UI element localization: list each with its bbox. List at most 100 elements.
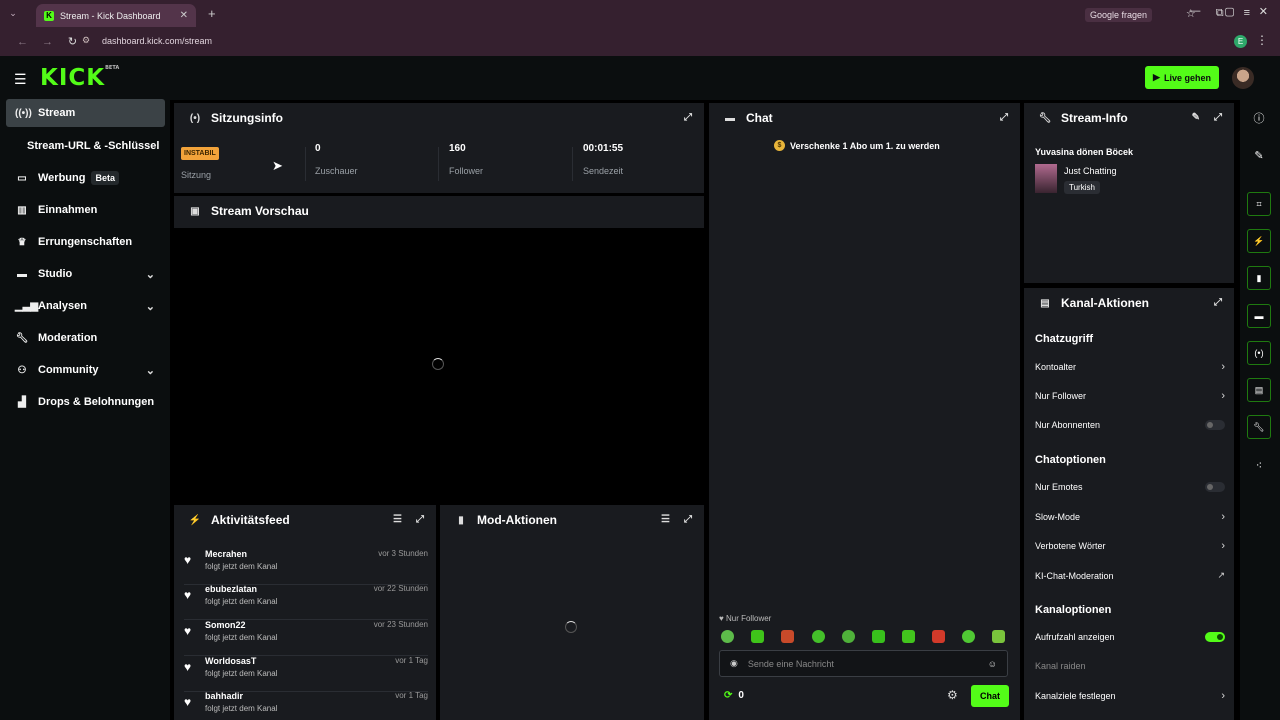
add-widget-icon[interactable]: ⁖ [1247,453,1271,477]
emote-icon[interactable] [992,630,1005,643]
section-channel-options: Kanaloptionen [1035,604,1112,616]
address-bar[interactable]: ⚙ dashboard.kick.com/stream [82,30,1172,52]
broadcast-icon[interactable]: (•) [1247,341,1271,365]
lightning-icon[interactable]: ⚡ [1247,229,1271,253]
chevron-down-icon[interactable]: ⌄ [146,268,155,281]
kick-logo[interactable]: KICKBETA [40,65,119,91]
menu-icon[interactable]: ☰ [14,71,27,88]
panel-title: Aktivitätsfeed [211,513,290,527]
emote-icon[interactable] [812,630,825,643]
wrench-icon[interactable]: 🔧︎ [1247,415,1271,439]
raid-row[interactable]: Kanal raiden [1035,661,1225,671]
close-tab-icon[interactable]: ✕ [180,10,188,21]
emote-icon[interactable] [842,630,855,643]
chevron-down-icon[interactable]: ⌄ [146,364,155,377]
extensions-icon[interactable]: ⧉ [1216,7,1224,20]
show-viewers-toggle[interactable] [1205,632,1225,642]
heart-icon: ♥ [184,624,192,638]
channel-points[interactable]: ⟳ 0 [724,690,744,701]
site-settings-icon[interactable]: ⚙ [82,35,94,47]
heart-icon: ♥ [184,588,192,602]
sidebar-item-achievements[interactable]: ♛ Errungenschaften [6,228,165,256]
chat-icon[interactable]: ▬ [1247,304,1271,328]
shield-icon[interactable]: ▮ [1247,266,1271,290]
chat-send-button[interactable]: Chat [971,685,1009,707]
row-label: KI-Chat-Moderation [1035,570,1114,581]
chevron-down-icon[interactable]: ⌄ [146,300,155,313]
sidebar-item-moderation[interactable]: 🔧︎ Moderation [6,324,165,352]
forward-icon[interactable]: → [35,36,60,48]
sidebar-item-community[interactable]: ⚇ Community ⌄ [6,356,165,384]
google-ask-button[interactable]: Google fragen [1084,8,1152,22]
back-icon[interactable]: ← [10,36,35,48]
popout-icon[interactable]: ⤢ [684,514,692,525]
sidebar-item-stream-key[interactable]: Stream-URL & -Schlüssel [6,132,165,160]
popout-icon[interactable]: ⤢ [684,112,692,123]
window-close-icon[interactable]: ✕ [1259,5,1268,18]
pencil-icon[interactable]: ✎ [1247,143,1271,167]
follower-name[interactable]: bahhadir [205,691,243,701]
sidebar-item-studio[interactable]: ▬ Studio ⌄ [6,260,165,288]
sidebar-item-label: Werbung [38,172,86,184]
sidebar-item-drops[interactable]: ▟ Drops & Belohnungen [6,388,165,416]
emote-icon[interactable] [721,630,734,643]
ai-moderation-row[interactable]: KI-Chat-Moderation ↗ [1035,570,1225,581]
activity-desc: folgt jetzt dem Kanal [205,669,278,678]
emote-icon[interactable] [902,630,915,643]
follower-name[interactable]: Somon22 [205,620,246,630]
emote-icon[interactable] [751,630,764,643]
emote-icon[interactable] [872,630,885,643]
go-live-button[interactable]: ▶ Live gehen [1145,66,1219,89]
browser-menu-icon[interactable]: ⋮ [1256,33,1268,47]
new-tab-icon[interactable]: + [208,6,216,21]
activity-time: vor 1 Tag [395,656,428,665]
url-text: dashboard.kick.com/stream [102,36,213,46]
preview-icon: ▣ [190,205,200,217]
row-label: Nur Abonnenten [1035,420,1101,430]
account-age-row[interactable]: Kontoalter › [1035,361,1225,373]
popout-icon[interactable]: ⤢ [1000,112,1008,123]
popout-icon[interactable]: ⤢ [1214,112,1222,123]
list-icon[interactable]: ▤ [1247,378,1271,402]
chat-icon: ▬ [725,112,735,124]
sidebar-item-revenue[interactable]: ▥ Einnahmen [6,196,165,224]
channel-goals-row[interactable]: Kanalziele festlegen › [1035,690,1225,702]
popout-icon[interactable]: ⤢ [416,514,424,525]
emote-icon[interactable] [962,630,975,643]
sidebar-item-stream[interactable]: ((•)) Stream [6,99,165,127]
follower-name[interactable]: ebubezlatan [205,584,257,594]
sidebar-item-label: Analysen [38,300,87,312]
sidebar-item-analytics[interactable]: ▁▃▆ Analysen ⌄ [6,292,165,320]
follower-name[interactable]: WorldosasT [205,656,256,666]
browser-profile-avatar[interactable]: E [1234,35,1247,48]
media-icon[interactable]: ≡ [1244,7,1250,20]
follower-name[interactable]: Mecrahen [205,549,247,559]
followers-only-row[interactable]: Nur Follower › [1035,390,1225,402]
stream-info-panel: 🔧︎ Stream-Info ✎ ⤢ Yuvasina dönen Böcek Jus… [1024,103,1234,283]
tab-list-icon[interactable]: ⌄ [6,8,20,19]
slow-mode-row[interactable]: Slow-Mode › [1035,511,1225,523]
gift-sub-banner[interactable]: $ Verschenke 1 Abo um 1. zu werden [774,140,940,151]
emoji-icon[interactable]: ☺ [988,659,997,669]
mod-actions-panel: ▮ Mod-Aktionen ☰ ⤢ [440,505,704,720]
category-thumbnail [1035,164,1057,193]
filter-icon[interactable]: ☰ [661,514,670,525]
row-label: Verbotene Wörter [1035,541,1106,551]
chat-input[interactable]: ◉ Sende eine Nachricht ☺ [719,650,1008,677]
popout-icon[interactable]: ⤢ [1214,297,1222,308]
banned-words-row[interactable]: Verbotene Wörter › [1035,540,1225,552]
scan-icon[interactable]: ⌗ [1247,192,1271,216]
edit-icon[interactable]: ✎ [1192,112,1200,123]
sidebar-item-ads[interactable]: ▭ Werbung Beta [6,164,165,192]
bookmark-star-icon[interactable]: ☆ [1186,7,1196,20]
subscribers-only-toggle[interactable] [1205,420,1225,430]
browser-tab[interactable]: K Stream - Kick Dashboard ✕ [36,4,196,27]
emotes-only-toggle[interactable] [1205,482,1225,492]
emote-icon[interactable] [781,630,794,643]
filter-icon[interactable]: ☰ [393,514,402,525]
emote-icon[interactable] [932,630,945,643]
chat-settings-icon[interactable]: ⚙ [947,688,958,702]
user-avatar[interactable] [1232,67,1254,89]
info-icon[interactable]: ⓘ [1247,106,1271,130]
live-icon: ▶ [1153,72,1160,82]
